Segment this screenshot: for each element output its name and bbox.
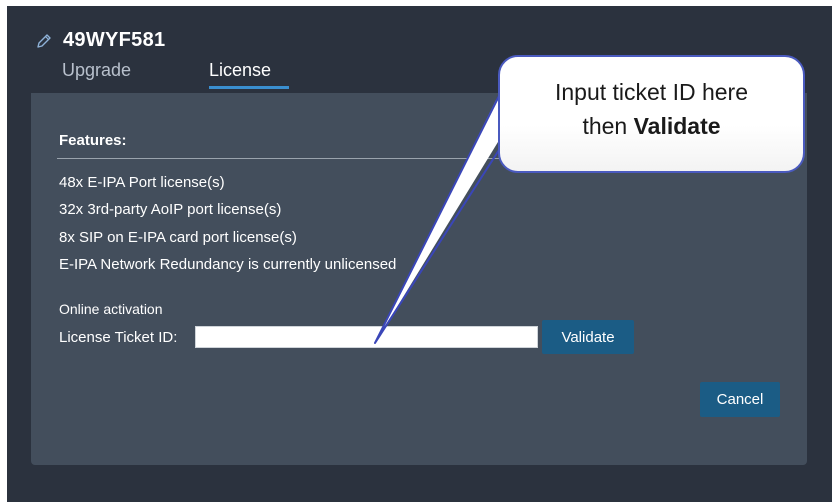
- callout-line-2-prefix: then: [582, 113, 634, 139]
- callout-line-2: then Validate: [500, 109, 803, 143]
- callout-line-1: Input ticket ID here: [554, 79, 749, 105]
- callout-line-2-bold: Validate: [633, 113, 721, 139]
- instruction-callout: Input ticket ID here then Validate: [498, 55, 805, 173]
